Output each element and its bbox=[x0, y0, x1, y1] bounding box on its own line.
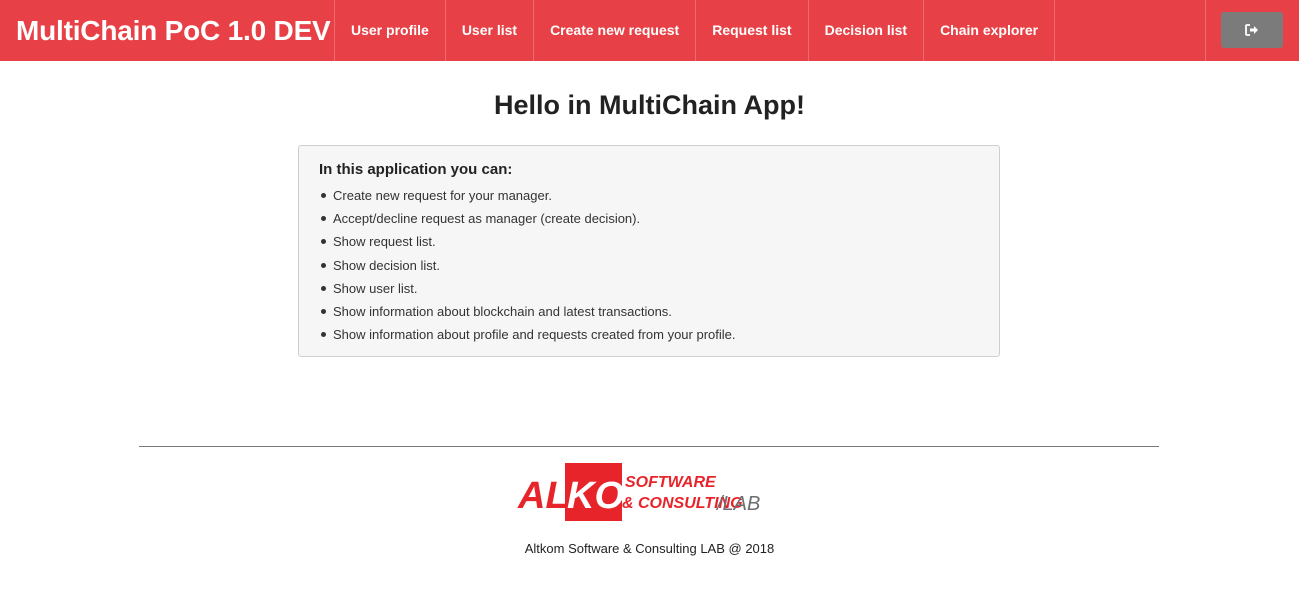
feature-text: Show user list. bbox=[333, 280, 418, 296]
panel-heading: In this application you can: bbox=[319, 161, 513, 178]
navbar: MultiChain PoC 1.0 DEV User profile User… bbox=[0, 0, 1299, 61]
logo-text-software: SOFTWARE bbox=[625, 474, 717, 491]
copyright-text: Altkom Software & Consulting LAB @ 2018 bbox=[524, 541, 775, 556]
bullet-icon bbox=[321, 239, 326, 245]
nav-menu: User profile User list Create new reques… bbox=[334, 0, 1056, 61]
feature-text: Accept/decline request as manager (creat… bbox=[333, 211, 641, 227]
list-item: Show user list. bbox=[319, 277, 979, 300]
nav-item-chain-explorer[interactable]: Chain explorer bbox=[924, 0, 1056, 61]
logout-button[interactable] bbox=[1221, 12, 1283, 48]
bullet-icon bbox=[321, 332, 326, 338]
page-title: Hello in MultiChain App! bbox=[494, 90, 805, 120]
feature-text: Show decision list. bbox=[333, 257, 440, 273]
list-item: Show information about blockchain and la… bbox=[319, 300, 979, 323]
feature-text: Show information about profile and reque… bbox=[333, 327, 736, 343]
nav-item-user-profile[interactable]: User profile bbox=[335, 0, 446, 61]
bullet-icon bbox=[321, 309, 326, 315]
nav-item-create-new-request[interactable]: Create new request bbox=[534, 0, 697, 61]
logo-text-lab: /LAB bbox=[715, 493, 760, 515]
list-item: Show information about profile and reque… bbox=[319, 323, 979, 346]
bullet-icon bbox=[321, 193, 326, 199]
footer-divider bbox=[139, 446, 1159, 447]
list-item: Show decision list. bbox=[319, 254, 979, 277]
features-panel: In this application you can: Create new … bbox=[298, 145, 1000, 357]
app-brand[interactable]: MultiChain PoC 1.0 DEV bbox=[16, 0, 331, 61]
list-item: Show request list. bbox=[319, 230, 979, 253]
altkom-logo: ALT KOM SOFTWARE & CONSULTING /LAB bbox=[517, 463, 760, 521]
bullet-icon bbox=[321, 216, 326, 222]
bullet-icon bbox=[321, 285, 326, 291]
feature-text: Create new request for your manager. bbox=[333, 188, 552, 203]
list-item: Create new request for your manager. bbox=[319, 184, 979, 207]
feature-text: Show information about blockchain and la… bbox=[333, 303, 672, 319]
bullet-icon bbox=[321, 262, 326, 268]
nav-item-user-list[interactable]: User list bbox=[446, 0, 535, 61]
nav-item-request-list[interactable]: Request list bbox=[696, 0, 809, 61]
feature-text: Show request list. bbox=[333, 234, 436, 250]
list-item: Accept/decline request as manager (creat… bbox=[319, 207, 979, 230]
sign-out-icon bbox=[1245, 24, 1258, 36]
nav-item-decision-list[interactable]: Decision list bbox=[809, 0, 925, 61]
features-list: Create new request for your manager. Acc… bbox=[319, 184, 979, 346]
